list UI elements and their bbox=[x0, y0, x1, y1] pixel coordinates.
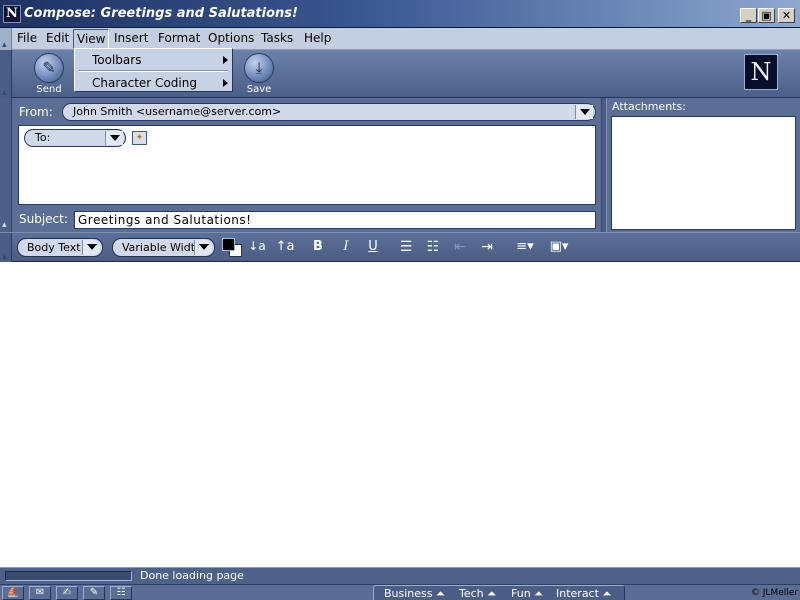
copyright-text: © JLMeller bbox=[750, 588, 798, 598]
calendar-icon[interactable]: ☷ bbox=[110, 586, 132, 600]
message-header-area: From: John Smith <username@server.com> T… bbox=[0, 98, 800, 232]
message-body-editor[interactable] bbox=[0, 263, 800, 567]
netscape-logo[interactable]: N bbox=[744, 54, 778, 90]
font-select[interactable]: Variable Width bbox=[112, 238, 215, 257]
bold-icon[interactable]: B bbox=[308, 239, 328, 254]
send-icon: ✎ bbox=[34, 53, 64, 83]
mail-icon[interactable]: ✉ bbox=[29, 586, 51, 600]
from-label: From: bbox=[19, 105, 53, 119]
underline-icon[interactable]: U bbox=[363, 239, 383, 254]
chevron-down-icon[interactable] bbox=[105, 131, 123, 145]
send-button[interactable]: ✎ Send bbox=[28, 53, 70, 95]
address-type-select[interactable]: To: bbox=[24, 129, 126, 147]
to-label: To: bbox=[35, 131, 51, 144]
news-icon[interactable]: ✎ bbox=[83, 586, 105, 600]
save-icon: ⤓ bbox=[244, 53, 274, 83]
text-color-swatch[interactable] bbox=[222, 238, 235, 251]
composer-icon[interactable]: ✍ bbox=[56, 586, 78, 600]
increase-font-size-icon[interactable]: ↑a bbox=[275, 239, 295, 254]
chevron-down-icon[interactable] bbox=[82, 240, 100, 255]
progress-bar bbox=[5, 571, 132, 581]
outdent-icon[interactable]: ⇤ bbox=[450, 239, 470, 255]
chevron-down-icon[interactable] bbox=[194, 240, 212, 255]
recipients-list[interactable]: To: ✦ bbox=[18, 125, 596, 205]
view-menu-dropdown: Toolbars Character Coding bbox=[74, 48, 233, 92]
menu-separator bbox=[79, 70, 228, 72]
menu-file[interactable]: File bbox=[17, 31, 37, 45]
status-bar: Done loading page bbox=[0, 567, 800, 584]
alignment-icon[interactable]: ≡▾ bbox=[512, 239, 538, 254]
component-bar: ⛵ ✉ ✍ ✎ ☷ Business ⏶ Tech ⏶ Fun ⏶ Intera… bbox=[0, 584, 800, 600]
from-value: John Smith <username@server.com> bbox=[73, 105, 282, 118]
format-toolbar: Body Text Variable Width ↓a ↑a B I U ☰ ☷… bbox=[0, 232, 800, 262]
minimize-button[interactable]: _ bbox=[740, 8, 757, 23]
insert-object-icon[interactable]: ▣▾ bbox=[546, 239, 572, 254]
formatbar-grip[interactable] bbox=[0, 233, 12, 262]
subject-label: Subject: bbox=[19, 212, 68, 226]
font-value: Variable Width bbox=[122, 241, 202, 254]
menu-options[interactable]: Options bbox=[208, 31, 254, 45]
navigator-icon[interactable]: ⛵ bbox=[2, 586, 24, 600]
from-select[interactable]: John Smith <username@server.com> bbox=[62, 103, 596, 121]
menu-help[interactable]: Help bbox=[304, 31, 331, 45]
submenu-arrow-icon bbox=[223, 79, 228, 87]
numbered-list-icon[interactable]: ☷ bbox=[423, 239, 443, 255]
close-button[interactable]: ✕ bbox=[778, 8, 795, 23]
menu-format[interactable]: Format bbox=[158, 31, 200, 45]
title-bar[interactable]: N Compose: Greetings and Salutations! _ … bbox=[0, 0, 800, 28]
paragraph-style-select[interactable]: Body Text bbox=[17, 238, 103, 257]
menu-insert[interactable]: Insert bbox=[114, 31, 148, 45]
toolbar-grip[interactable] bbox=[0, 50, 12, 98]
address-book-icon[interactable]: ✦ bbox=[132, 131, 147, 145]
bullet-list-icon[interactable]: ☰ bbox=[396, 239, 416, 255]
netscape-app-icon[interactable]: N bbox=[3, 5, 21, 23]
save-button[interactable]: ⤓ Save bbox=[238, 53, 280, 95]
menubar-grip[interactable] bbox=[0, 28, 12, 50]
attachments-list[interactable] bbox=[611, 116, 796, 230]
link-fun[interactable]: Fun ⏶ bbox=[511, 587, 543, 600]
window-title: Compose: Greetings and Salutations! bbox=[24, 6, 298, 21]
menuitem-toolbars[interactable]: Toolbars bbox=[92, 53, 141, 67]
italic-icon[interactable]: I bbox=[336, 239, 356, 254]
attachments-splitter[interactable] bbox=[601, 98, 607, 232]
subject-input[interactable]: Greetings and Salutations! bbox=[74, 211, 596, 229]
menu-bar: File Edit View Insert Format Options Tas… bbox=[0, 28, 800, 50]
link-tech[interactable]: Tech ⏶ bbox=[459, 587, 496, 600]
maximize-button[interactable]: ▣ bbox=[758, 8, 775, 23]
quick-links: Business ⏶ Tech ⏶ Fun ⏶ Interact ⏶ bbox=[373, 585, 625, 600]
link-interact[interactable]: Interact ⏶ bbox=[556, 587, 611, 600]
status-text: Done loading page bbox=[140, 569, 244, 582]
attachments-label: Attachments: bbox=[612, 100, 686, 113]
menu-view[interactable]: View bbox=[73, 29, 110, 49]
paragraph-style-value: Body Text bbox=[27, 241, 81, 254]
menu-tasks[interactable]: Tasks bbox=[261, 31, 293, 45]
menuitem-character-coding[interactable]: Character Coding bbox=[92, 76, 197, 90]
send-label: Send bbox=[36, 84, 62, 95]
indent-icon[interactable]: ⇥ bbox=[477, 239, 497, 255]
submenu-arrow-icon bbox=[223, 56, 228, 64]
header-grip[interactable] bbox=[0, 98, 12, 232]
chevron-down-icon[interactable] bbox=[575, 105, 593, 119]
save-label: Save bbox=[246, 84, 272, 95]
menu-edit[interactable]: Edit bbox=[46, 31, 69, 45]
decrease-font-size-icon[interactable]: ↓a bbox=[247, 239, 267, 253]
link-business[interactable]: Business ⏶ bbox=[384, 587, 445, 600]
